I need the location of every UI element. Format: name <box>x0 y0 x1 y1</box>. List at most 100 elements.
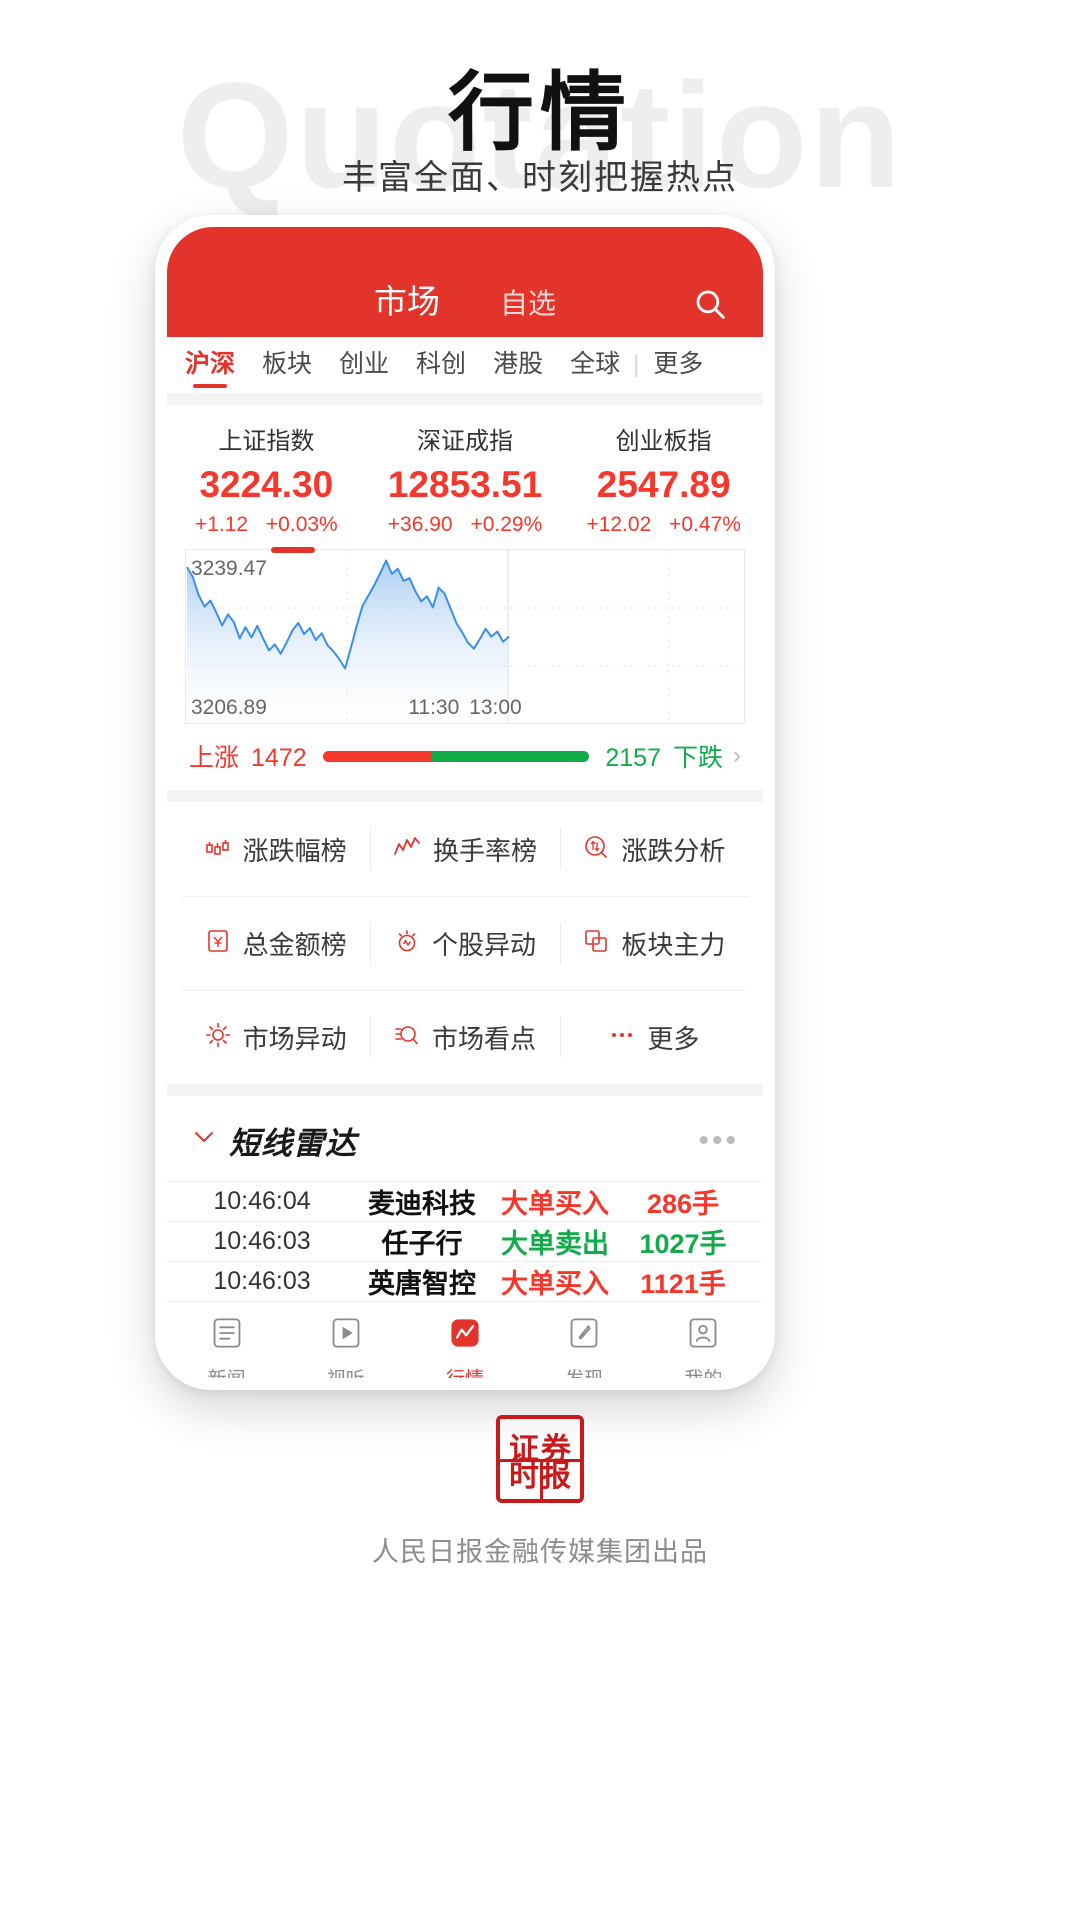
feature-shichangkandian[interactable]: 市场看点 <box>370 991 559 1084</box>
index-summary: 上证指数 3224.30 +1.12 +0.03% 深证成指 12853.51 … <box>167 405 763 545</box>
page-header: Quotation 行情 丰富全面、时刻把握热点 <box>0 0 1080 230</box>
feature-zongjinebang[interactable]: 总金额榜 <box>181 897 370 990</box>
radar-action: 大单卖出 <box>501 1229 609 1259</box>
tabbar-item-profile[interactable]: 我的 <box>644 1316 763 1378</box>
app-navbar: 市场 自选 <box>167 227 763 337</box>
logo-char-3: 时 <box>509 1460 539 1493</box>
radar-volume: 286手 <box>646 1189 720 1219</box>
index-change-pct: +0.03% <box>265 513 338 536</box>
index-card-szse[interactable]: 深证成指 12853.51 +36.90 +0.29% <box>366 421 565 537</box>
chart-y-max-label: 3239.47 <box>191 557 267 580</box>
radar-time: 10:46:03 <box>213 1267 311 1295</box>
intraday-chart[interactable]: 3239.47 3206.89 11:30 13:00 <box>185 547 745 724</box>
index-card-sse[interactable]: 上证指数 3224.30 +1.12 +0.03% <box>167 421 366 537</box>
index-value: 12853.51 <box>387 464 543 505</box>
index-change-row: +1.12 +0.03% <box>167 513 366 537</box>
radar-more-icon[interactable]: ••• <box>698 1124 739 1158</box>
chart-active-indicator <box>271 547 315 553</box>
feature-label: 个股异动 <box>431 930 536 960</box>
feature-label: 市场看点 <box>431 1024 536 1054</box>
chart-x-labels: 11:30 13:00 <box>185 696 745 720</box>
search-icon[interactable] <box>693 287 727 321</box>
navbar-tab-market[interactable]: 市场 <box>374 275 440 323</box>
index-change-row: +12.02 +0.47% <box>564 513 763 537</box>
table-row[interactable]: 10:46:03 英唐智控 大单买入 1121手 <box>167 1261 763 1301</box>
tabbar-item-news[interactable]: 新闻 <box>167 1316 286 1378</box>
phone-mockup: 市场 自选 沪深 板块 创业 科创 港股 全球 | 更多 上证指数 3224.3… <box>155 215 775 1390</box>
video-icon <box>329 1316 363 1355</box>
ellipsis-icon <box>609 1022 635 1053</box>
feature-bankuaizhuli[interactable]: 板块主力 <box>559 897 749 990</box>
category-tab-quanqiu[interactable]: 全球 <box>570 344 620 386</box>
radar-time: 10:46:04 <box>213 1187 311 1215</box>
decline-bar-segment <box>430 750 590 762</box>
feature-grid-row: 总金额榜 个股异动 板块主力 <box>181 896 749 990</box>
feature-label: 涨跌幅榜 <box>242 835 347 866</box>
yuan-doc-icon <box>205 928 231 959</box>
category-tab-ganggu[interactable]: 港股 <box>493 344 543 386</box>
news-icon <box>210 1316 244 1355</box>
advance-count: 1472 <box>251 744 307 772</box>
tabbar-item-video[interactable]: 视听 <box>286 1316 405 1378</box>
decline-label: 下跌 <box>672 744 723 772</box>
tabbar-label: 我的 <box>684 1364 722 1378</box>
chart-x-tick-2: 13:00 <box>469 696 522 719</box>
page-subtitle: 丰富全面、时刻把握热点 <box>342 159 738 197</box>
tabbar-item-discover[interactable]: 发现 <box>525 1316 644 1378</box>
app-screen: 市场 自选 沪深 板块 创业 科创 港股 全球 | 更多 上证指数 3224.3… <box>167 227 763 1378</box>
category-separator: | <box>633 351 640 378</box>
feature-huanshoulvbang[interactable]: 换手率榜 <box>370 802 559 896</box>
index-change: +36.90 <box>387 513 453 536</box>
table-row[interactable]: 10:46:04 麦迪科技 大单买入 286手 <box>167 1181 763 1221</box>
search-list-icon <box>394 1022 420 1053</box>
index-change: +1.12 <box>194 513 249 536</box>
radar-title: 短线雷达 <box>229 1126 357 1161</box>
radar-stock-name: 麦迪科技 <box>368 1189 476 1219</box>
feature-label: 换手率榜 <box>432 835 537 866</box>
feature-zhangdiefubang[interactable]: 涨跌幅榜 <box>181 802 370 896</box>
feature-geguyidong[interactable]: 个股异动 <box>370 897 559 990</box>
table-row[interactable]: 10:46:03 任子行 大单卖出 1027手 <box>167 1221 763 1261</box>
category-tab-more[interactable]: 更多 <box>653 344 703 386</box>
section-divider <box>167 1084 763 1096</box>
radar-volume: 1121手 <box>640 1269 726 1299</box>
chart-x-tick-1: 11:30 <box>408 696 460 719</box>
category-tabs: 沪深 板块 创业 科创 港股 全球 | 更多 <box>167 337 763 393</box>
category-tab-chuangye[interactable]: 创业 <box>339 344 389 386</box>
category-tab-bankuai[interactable]: 板块 <box>262 344 312 386</box>
radar-volume: 1027手 <box>639 1229 727 1259</box>
feature-label: 板块主力 <box>621 930 726 960</box>
bar-chart-icon <box>205 834 231 865</box>
category-tab-kechuang[interactable]: 科创 <box>416 344 466 386</box>
navbar-tab-watchlist[interactable]: 自选 <box>500 282 556 322</box>
feature-grid: 涨跌幅榜 换手率榜 涨跌分析 总金额榜 个股异动 板块主力 市场异动 市场看点 … <box>167 802 763 1084</box>
publisher-logo: 证 券 时 报 <box>496 1415 584 1503</box>
advance-decline-bar <box>322 750 590 762</box>
tabbar-item-quote[interactable]: 行情 <box>405 1316 524 1378</box>
chevron-right-icon[interactable]: › <box>733 742 741 770</box>
section-divider <box>167 790 763 802</box>
radar-action: 大单买入 <box>501 1269 609 1299</box>
radar-time: 10:46:03 <box>213 1227 311 1255</box>
feature-label: 更多 <box>647 1024 700 1054</box>
index-value: 2547.89 <box>596 464 731 505</box>
advance-label: 上涨 <box>189 744 240 772</box>
tabbar-label: 新闻 <box>208 1364 246 1378</box>
index-name: 创业板指 <box>615 428 712 455</box>
logo-char-4: 报 <box>541 1460 571 1493</box>
index-change-pct: +0.47% <box>669 513 741 536</box>
navbar-tabs: 市场 自选 <box>374 275 556 323</box>
radar-action: 大单买入 <box>501 1189 609 1219</box>
radar-header: 短线雷达 ••• <box>167 1096 763 1181</box>
index-change-row: +36.90 +0.29% <box>366 513 565 537</box>
sun-burst-icon <box>205 1022 231 1053</box>
advance-decline-row[interactable]: 上涨 1472 2157 下跌 › <box>167 724 763 790</box>
index-card-chinext[interactable]: 创业板指 2547.89 +12.02 +0.47% <box>564 421 763 537</box>
category-tab-hushen[interactable]: 沪深 <box>185 344 235 386</box>
footer-text: 人民日报金融传媒集团出品 <box>372 1537 708 1567</box>
feature-shichangyidong[interactable]: 市场异动 <box>181 991 370 1084</box>
feature-zhangdiefenxi[interactable]: 涨跌分析 <box>559 802 749 896</box>
feature-gengduo[interactable]: 更多 <box>559 991 749 1084</box>
logo-divider-vertical <box>540 1459 543 1499</box>
tabbar-label: 视听 <box>327 1364 365 1378</box>
